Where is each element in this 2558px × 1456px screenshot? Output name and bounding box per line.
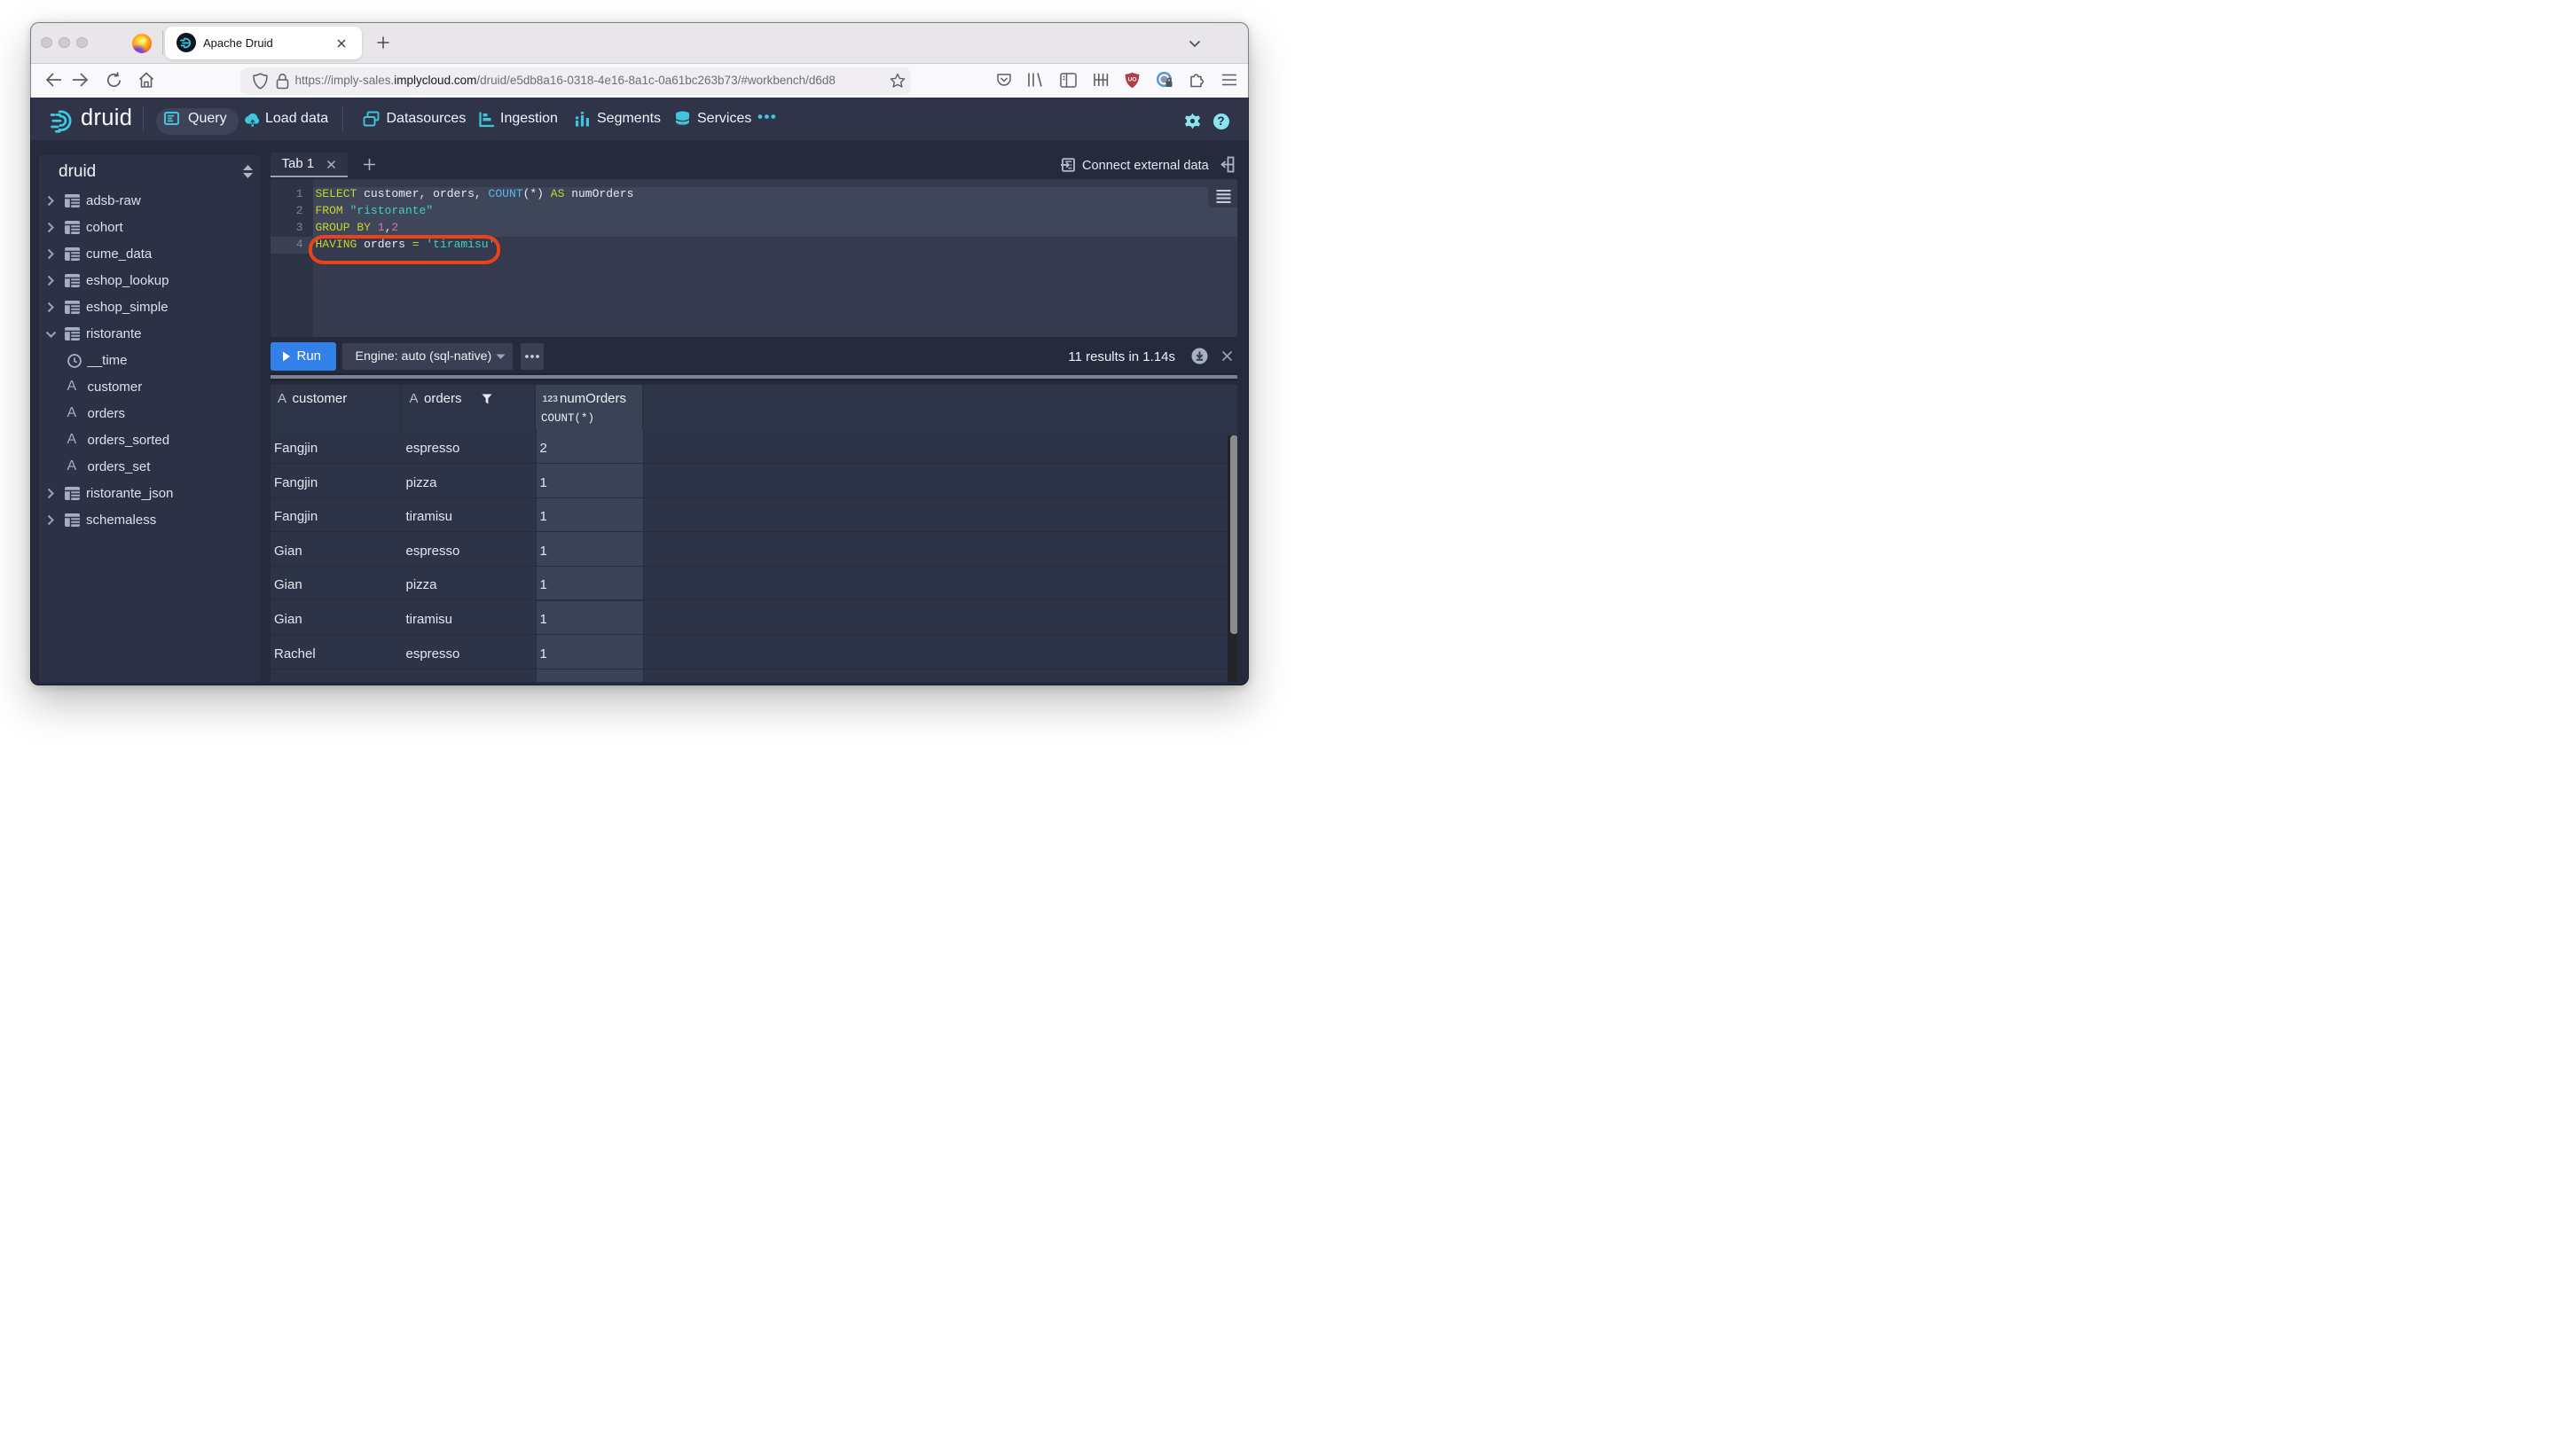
svg-text:UO: UO xyxy=(1128,76,1137,82)
